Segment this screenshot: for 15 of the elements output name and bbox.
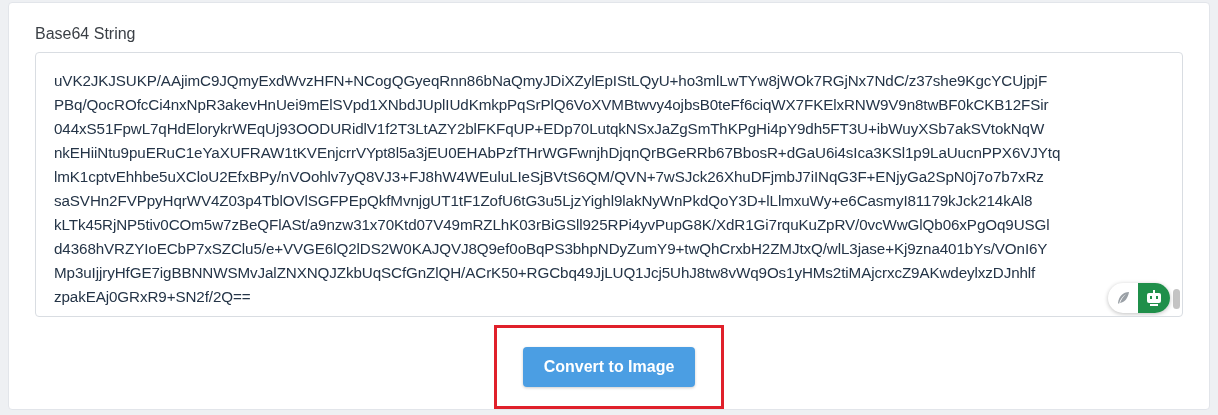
scrollbar-thumb[interactable]	[1173, 289, 1180, 309]
text-line: Mp3uIjjryHfGE7igBBNNWSMvJalZNXNQJZkbUqSCfGnZlQH/ACrK50+RGCbq49JjLUQ1Jcj5UhJ8tw8vWq9Os1yHMs2tiMAjcrxcZ9AKwdeylxzDJnhlf	[54, 263, 1036, 283]
text-line: PBq/QocROfcCi4nxNpR3akevHnUei9mElSVpd1XNbdJUplIUdKmkpPqSrPlQ6VoXVMBtwvy4ojbsB0teFf6ciqWX7FKElxRNW9V9n8twBF0kCKB12FSir	[54, 95, 1049, 115]
field-label: Base64 String	[35, 25, 137, 43]
text-line: d4368hVRZYIoECbP7xSZClu5/e+VVGE6lQ2lDS2W0KAJQVJ8Q9ef0oBqPS3bhpNDyZumY9+twQhCrxbH2ZMJtxQ/wlL3jase+Kj9zna401bYs/VOnI6Y	[54, 239, 1048, 259]
text-line: uVK2JKJSUKP/AAjimC9JQmyExdWvzHFN+NCogQGyeqRnn86bNaQmyJDiXZylEpIStLQyU+ho3mlLwTYw8jWOk7RGjNx7NdC/z37she9KgcYCUjpjF	[54, 71, 1048, 91]
text-line: nkEHiiNtu9puERuC1eYaXUFRAW1tKVEnjcrrVYpt8l5a3jEU0EHAbPzfTHrWGFwnjhDjqnQrBGeRRb67BbosR+dGaU6i4sIca3KSl1p9LaUucnPPX6VJYtq	[54, 143, 1061, 163]
text-line: saSVHn2FVPpyHqrWV4Z03p4TblOVlSGFPEpQkfMvnjgUT1tF1ZofU6tG3u5LjzYighl9lakNyWnPkdQoY3D+lLlmxuWy+e6CasmyI81179kJck214kAl8	[54, 191, 1033, 211]
text-line: lmK1cptvEhhbe5uXCloU2EfxBPy/nVOohlv7yQ8VJ3+FJ8hW4WEuluLIeSjBVtS6QM/QVN+7wSJck26XhuDFjmbJ7iINqG3F+ENjyGa2SpN0j7o7b7xRz	[54, 167, 1044, 187]
text-line: kLTk45RjNP5tiv0COm5w7zBeQFlASt/a9nzw31x70Ktd07V49mRZLhK03rBiGSll925RPi4yvPupG8K/XdR1Gi7rquKuZpRV/0vcWwGlQb06xPgOq9USGl	[54, 215, 1050, 235]
convert-button[interactable]: Convert to Image	[522, 347, 696, 387]
text-line: zpakEAj0GRxR9+SN2f/2Q==	[54, 287, 251, 307]
base64-field[interactable]	[35, 52, 1183, 317]
text-line: 044xS51FpwL7qHdElorykrWEqUj93OODURidlV1f2T3LtAZY2blFKFqUP+EDp70LutqkNSxJaZgSmThKPgHi4pY9dh5FT3U+ibWuyXSb7akSVtokNqW	[54, 119, 1045, 139]
robot-icon[interactable]	[1138, 283, 1170, 313]
